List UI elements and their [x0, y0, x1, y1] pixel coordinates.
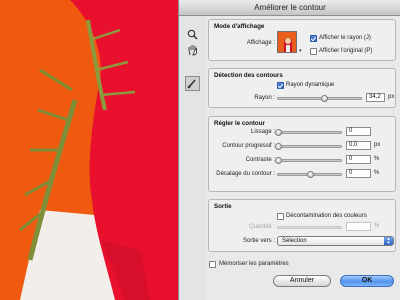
smart-radius-checkbox[interactable]	[277, 82, 284, 89]
ok-button[interactable]: OK	[340, 275, 394, 287]
display-mode-heading: Mode d'affichage	[214, 23, 265, 30]
title-bar[interactable]: Améliorer le contour	[179, 0, 400, 16]
view-mode-dropdown-icon[interactable]: ▾	[299, 48, 302, 54]
show-radius-label: Afficher le rayon (J)	[319, 35, 371, 41]
adjust-row-unit: px	[374, 142, 381, 148]
adjust-row-input[interactable]: 0	[346, 155, 371, 164]
window-title: Améliorer le contour	[254, 3, 326, 12]
amount-unit: %	[374, 223, 380, 229]
adjust-row-label: Contraste :	[245, 157, 275, 163]
adjust-row-slider-knob[interactable]	[275, 143, 282, 150]
edge-detection-group: Détection des contours Rayon dynamique R…	[208, 68, 396, 108]
radius-slider-knob[interactable]	[320, 95, 328, 102]
adjust-row-slider[interactable]	[275, 129, 342, 136]
tool-strip	[179, 16, 206, 300]
adjust-edge-group: Régler le contour Lissage : 0 Contour prog…	[208, 116, 396, 192]
select-arrows-icon: ▴ ▾	[384, 237, 393, 246]
view-mode-thumbnail[interactable]	[277, 31, 297, 53]
adjust-row-label: Contour progressif :	[222, 143, 275, 149]
adjust-row-unit: %	[374, 156, 380, 162]
refine-edge-dialog: Améliorer le contour Mode d'affichage Af…	[178, 0, 400, 300]
radius-unit: px	[388, 94, 395, 100]
adjust-row-slider[interactable]	[275, 157, 342, 164]
amount-label: Quantité :	[248, 224, 275, 230]
refine-radius-brush-icon[interactable]	[185, 76, 200, 91]
smart-radius-label: Rayon dynamique	[286, 82, 335, 88]
adjust-row-label: Décalage du contour :	[216, 171, 275, 177]
remember-settings-checkbox[interactable]	[209, 261, 216, 268]
view-label: Affichage :	[246, 40, 275, 46]
adjust-row-unit: %	[374, 170, 380, 176]
cancel-button[interactable]: Annuler	[273, 275, 331, 287]
adjust-edge-heading: Régler le contour	[214, 120, 265, 127]
radius-input[interactable]: 34,2	[366, 93, 385, 102]
adjust-row-input[interactable]: 0,0	[346, 141, 371, 150]
adjust-row-slider-knob[interactable]	[275, 157, 282, 164]
edge-detection-heading: Détection des contours	[214, 72, 283, 79]
radius-label: Rayon :	[254, 95, 275, 101]
adjust-row-label: Lissage :	[250, 129, 275, 135]
radius-slider[interactable]	[277, 95, 362, 102]
output-to-value: Sélection	[282, 238, 307, 244]
display-mode-group: Mode d'affichage Affichage : ▾ Afficher …	[208, 19, 396, 61]
adjust-row-input[interactable]: 0	[346, 127, 371, 136]
adjust-row-slider[interactable]	[277, 171, 342, 178]
show-radius-checkbox[interactable]	[310, 35, 317, 42]
output-to-label: Sortie vers :	[242, 238, 275, 244]
adjust-row-input[interactable]: 0	[346, 169, 371, 178]
output-to-select[interactable]: Sélection ▴ ▾	[277, 236, 394, 246]
amount-slider	[277, 226, 342, 229]
adjust-row-slider-knob[interactable]	[306, 171, 314, 178]
show-original-checkbox[interactable]	[310, 48, 317, 55]
amount-input	[346, 222, 371, 231]
hand-icon[interactable]	[185, 43, 199, 57]
adjust-row-slider[interactable]	[275, 143, 342, 150]
output-heading: Sortie	[214, 203, 232, 210]
show-original-label: Afficher l'original (P)	[319, 48, 373, 54]
remember-settings-label: Mémoriser les paramètres	[219, 261, 289, 267]
adjust-row-slider-knob[interactable]	[275, 129, 282, 136]
decontaminate-colors-checkbox[interactable]	[277, 213, 284, 220]
output-group: Sortie Décontamination des couleurs Quan…	[208, 199, 396, 252]
decontaminate-colors-label: Décontamination des couleurs	[286, 213, 367, 219]
zoom-icon[interactable]	[185, 27, 199, 41]
